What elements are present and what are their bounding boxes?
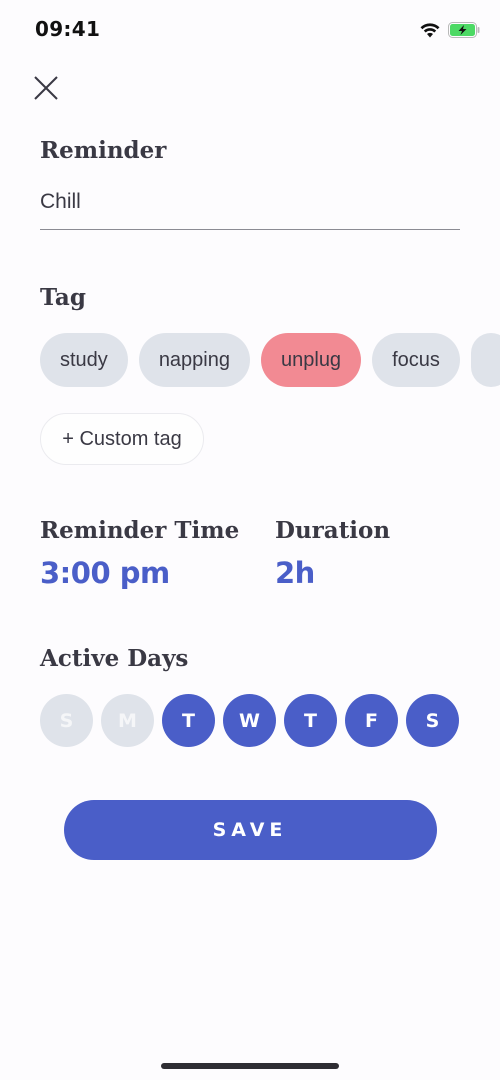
day-toggle-monday[interactable]: M xyxy=(101,694,154,747)
active-days-selector: S M T W T F S xyxy=(40,694,459,747)
tag-label: Tag xyxy=(40,284,86,311)
wifi-icon xyxy=(420,23,440,38)
reminder-time-value[interactable]: 3:00 pm xyxy=(40,556,170,590)
home-indicator[interactable] xyxy=(161,1063,339,1069)
day-toggle-wednesday[interactable]: W xyxy=(223,694,276,747)
tag-chip-offscreen[interactable] xyxy=(470,333,500,387)
tag-list: study napping unplug focus xyxy=(40,333,500,387)
day-toggle-thursday[interactable]: T xyxy=(284,694,337,747)
duration-label: Duration xyxy=(275,517,391,544)
battery-charging-icon xyxy=(448,22,480,38)
day-toggle-sunday[interactable]: S xyxy=(40,694,93,747)
tag-chip-unplug[interactable]: unplug xyxy=(261,333,362,387)
day-toggle-friday[interactable]: F xyxy=(345,694,398,747)
reminder-time-label: Reminder Time xyxy=(40,517,240,544)
active-days-label: Active Days xyxy=(40,645,189,672)
tag-chip-focus[interactable]: focus xyxy=(372,333,460,387)
save-button[interactable]: SAVE xyxy=(64,800,437,860)
duration-value[interactable]: 2h xyxy=(275,556,315,590)
tag-chip-study[interactable]: study xyxy=(40,333,128,387)
day-toggle-tuesday[interactable]: T xyxy=(162,694,215,747)
close-icon[interactable] xyxy=(30,74,60,104)
reminder-label: Reminder xyxy=(40,137,167,164)
day-toggle-saturday[interactable]: S xyxy=(406,694,459,747)
custom-tag-button[interactable]: + Custom tag xyxy=(40,413,204,465)
tag-chip-napping[interactable]: napping xyxy=(138,333,250,387)
reminder-name-input[interactable] xyxy=(40,186,460,230)
status-time: 09:41 xyxy=(35,17,101,41)
